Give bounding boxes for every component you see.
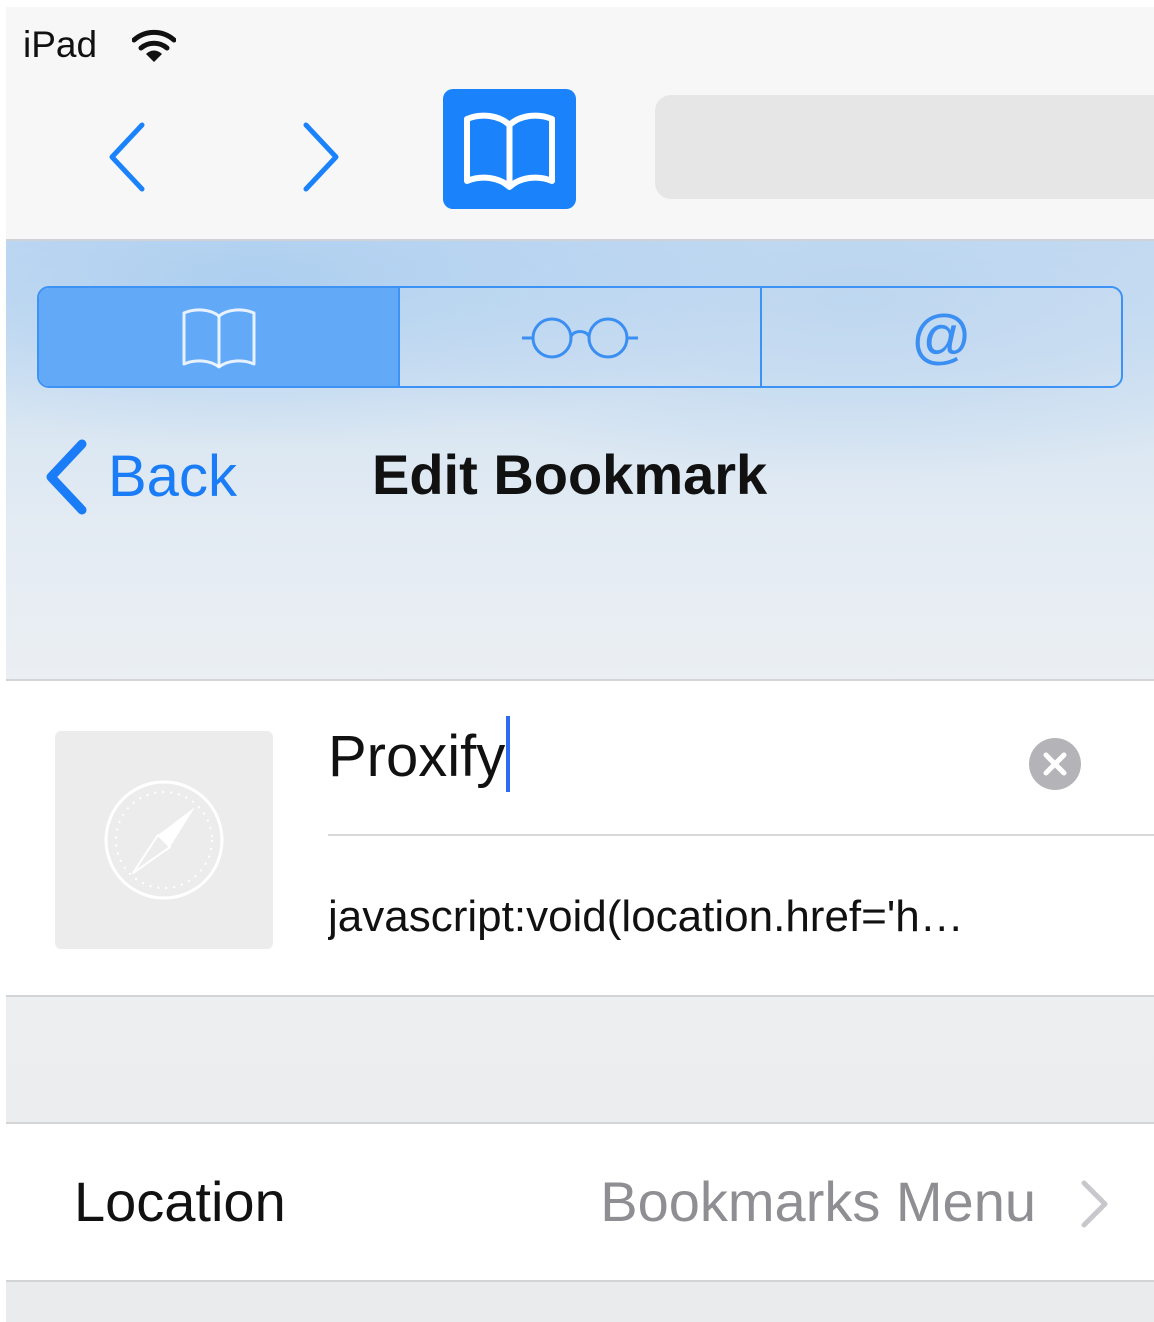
segment-shared-links[interactable]: @ (759, 288, 1121, 386)
open-book-icon (182, 308, 256, 369)
open-book-icon (464, 112, 555, 190)
bookmark-title-value: Proxify (328, 724, 506, 789)
chevron-right-icon (1081, 1180, 1108, 1228)
field-divider (328, 834, 1154, 836)
location-label: Location (74, 1170, 286, 1233)
chevron-right-icon (303, 122, 339, 192)
browser-toolbar (6, 79, 1154, 241)
clear-circle-icon[interactable] (1028, 737, 1082, 791)
location-row[interactable]: Location Bookmarks Menu (6, 1122, 1154, 1282)
back-button[interactable]: Back (42, 437, 237, 517)
browser-forward-button[interactable] (290, 117, 350, 197)
panel-segmented-control: @ (37, 286, 1123, 388)
bookmark-url-input[interactable]: javascript:void(location.href='h… (328, 857, 1128, 977)
address-bar[interactable] (655, 95, 1154, 199)
safari-window: iPad @ Back Edit Bookmark Proxify javasc… (6, 7, 1154, 1322)
page: iPad @ Back Edit Bookmark Proxify javasc… (0, 0, 1154, 1322)
text-caret (506, 716, 511, 792)
segment-bookmarks[interactable] (39, 288, 399, 386)
at-sign-icon: @ (910, 303, 972, 370)
bookmarks-button[interactable] (443, 89, 576, 209)
segment-reading-list[interactable] (398, 288, 760, 386)
bookmark-edit-card: Proxify javascript:void(location.href='h… (6, 679, 1154, 997)
page-title: Edit Bookmark (372, 443, 768, 506)
status-bar: iPad (6, 7, 1154, 79)
bookmark-title-input[interactable]: Proxify (328, 715, 988, 799)
carrier-label: iPad (23, 24, 98, 65)
back-label: Back (108, 444, 237, 509)
wifi-icon (132, 29, 176, 62)
chevron-left-icon (109, 122, 145, 192)
chevron-left-icon (46, 439, 87, 515)
bookmark-thumbnail (55, 731, 273, 949)
reading-glasses-icon (521, 317, 638, 359)
browser-back-button[interactable] (98, 117, 158, 197)
location-value: Bookmarks Menu (600, 1170, 1036, 1233)
compass-icon (104, 780, 224, 900)
